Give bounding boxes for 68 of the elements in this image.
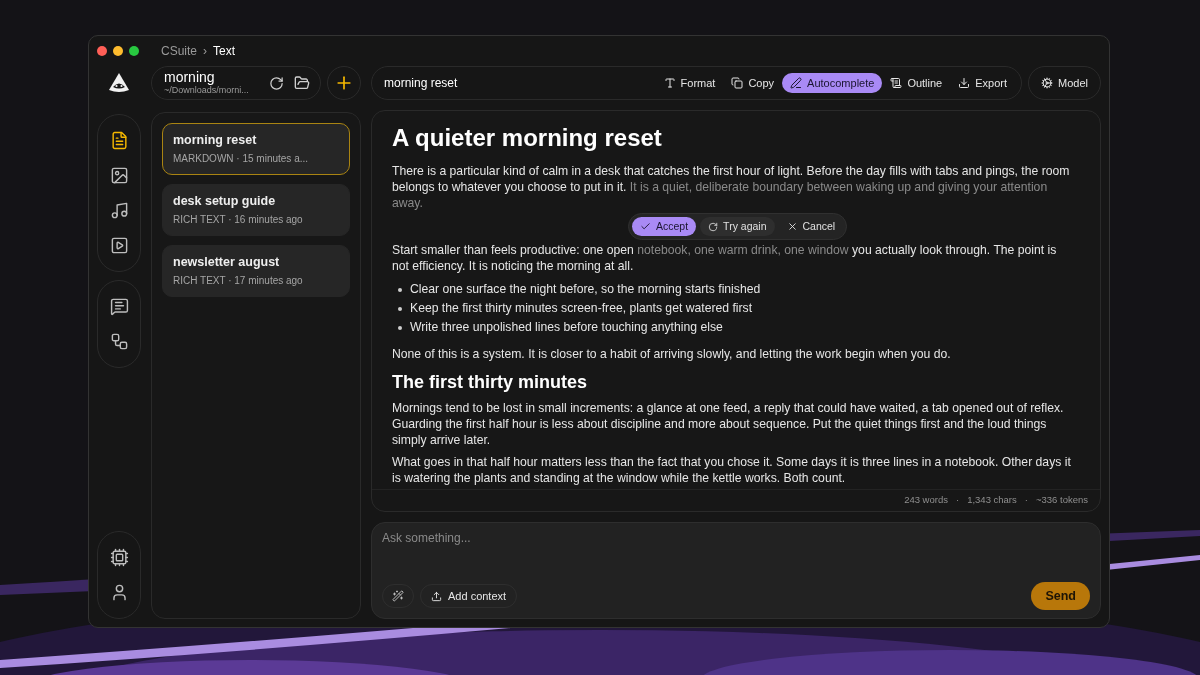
- video-icon[interactable]: [109, 236, 129, 255]
- file-meta: RICH TEXT · 16 minutes ago: [173, 213, 304, 227]
- settings-icon: [1041, 77, 1054, 89]
- retry-icon: [708, 221, 719, 232]
- bullet-icon: [398, 325, 402, 330]
- toolbar-button[interactable]: Export: [950, 73, 1016, 93]
- file-item[interactable]: morning reset MARKDOWN · 15 minutes a...: [162, 123, 350, 175]
- project-selector[interactable]: morning ~/Downloads/morni...: [151, 66, 321, 100]
- text-icon: [663, 77, 676, 89]
- breadcrumb-current[interactable]: Text: [213, 42, 236, 60]
- list-item: Clear one surface the night before, so the morning starts finished: [410, 281, 761, 299]
- chip-icon[interactable]: [109, 548, 129, 567]
- paragraph: There is a particular kind of calm in a desk that catches the first hour of light. Before the day fills with tabs and pings, the room belongs to whatever you choose to put in it. It is a quiet, deliberate boundary between waking up and giving your attention away.: [392, 163, 1071, 211]
- list-item: Write three unpolished lines before touching anything else: [410, 319, 723, 337]
- project-name: morning: [164, 70, 216, 85]
- toolbar-button[interactable]: Copy: [723, 73, 783, 93]
- toolbar-button[interactable]: Format: [655, 73, 724, 93]
- project-path: ~/Downloads/morni...: [164, 85, 250, 96]
- upload-icon: [431, 590, 442, 602]
- file-item[interactable]: newsletter august RICH TEXT · 17 minutes ago: [162, 245, 350, 297]
- breadcrumb-separator: ›: [203, 43, 208, 60]
- minimize-window-button[interactable]: [113, 46, 123, 56]
- paragraph: What goes in that half hour matters less than the fact that you chose it. Some days it is three lines in a notebook. Other days it is watering the plants and standing at the window while the kettle works. Both count.: [392, 454, 1072, 486]
- section-heading: The first thirty minutes: [392, 371, 589, 394]
- diagram-icon[interactable]: [109, 332, 129, 351]
- check-icon: [640, 221, 651, 232]
- stats-separator: ·: [1024, 493, 1028, 508]
- breadcrumb-item[interactable]: CSuite: [161, 42, 198, 60]
- document-stat: 243 words: [904, 493, 948, 508]
- file-title: newsletter august: [173, 254, 281, 271]
- pen-icon: [790, 77, 803, 89]
- document-title: A quieter morning reset: [392, 123, 663, 153]
- music-icon[interactable]: [109, 201, 129, 220]
- file-item[interactable]: desk setup guide RICH TEXT · 16 minutes ago: [162, 184, 350, 236]
- close-icon: [786, 221, 798, 232]
- list-item: Keep the first thirty minutes screen-free, plants get watered first: [410, 300, 753, 318]
- toolbar-button[interactable]: Autocomplete: [782, 73, 883, 93]
- list-icon: [890, 77, 903, 89]
- image-icon[interactable]: [109, 166, 129, 185]
- download-icon: [958, 77, 971, 89]
- send-button[interactable]: Send: [1031, 582, 1090, 610]
- chat-icon[interactable]: [109, 297, 129, 316]
- toolbar-button[interactable]: Outline: [882, 73, 951, 93]
- bullet-icon: [398, 287, 402, 292]
- folder-icon[interactable]: [294, 75, 310, 91]
- zoom-window-button[interactable]: [129, 46, 139, 56]
- close-window-button[interactable]: [97, 46, 107, 56]
- try-again-button[interactable]: Try again: [700, 217, 775, 236]
- refresh-icon[interactable]: [269, 75, 284, 91]
- magic-wand-icon: [392, 590, 404, 602]
- file-title: morning reset: [173, 132, 258, 149]
- file-meta: MARKDOWN · 15 minutes a...: [173, 152, 310, 166]
- chat-input[interactable]: Ask something...: [382, 529, 1090, 547]
- document-icon[interactable]: [109, 131, 129, 150]
- document-name: morning reset: [384, 75, 459, 92]
- bullet-icon: [398, 306, 402, 311]
- file-title: desk setup guide: [173, 193, 277, 210]
- logo-icon: [107, 72, 131, 94]
- cancel-button[interactable]: Cancel: [778, 217, 844, 236]
- paragraph: Start smaller than feels productive: one open notebook, one warm drink, one window you actually look through. The point is not efficiency. It is noticing the morning at all.: [392, 242, 1058, 274]
- paragraph: Mornings tend to be lost in small increments: a glance at one feed, a reply that could have waited, a tab opened out of reflex. Guarding the first half hour is less about discipline and more about sequence. Put the quiet things first and the loud things simply arrive later.: [392, 400, 1065, 448]
- file-meta: RICH TEXT · 17 minutes ago: [173, 274, 304, 288]
- copy-icon: [731, 77, 744, 89]
- stats-separator: ·: [955, 493, 960, 508]
- paragraph: None of this is a system. It is closer to a habit of arriving slowly, and letting the work begin when you do.: [392, 346, 952, 362]
- document-stat: ~336 tokens: [1035, 493, 1088, 508]
- document-stat: 1,343 chars: [967, 493, 1017, 508]
- accept-button[interactable]: Accept: [632, 217, 697, 236]
